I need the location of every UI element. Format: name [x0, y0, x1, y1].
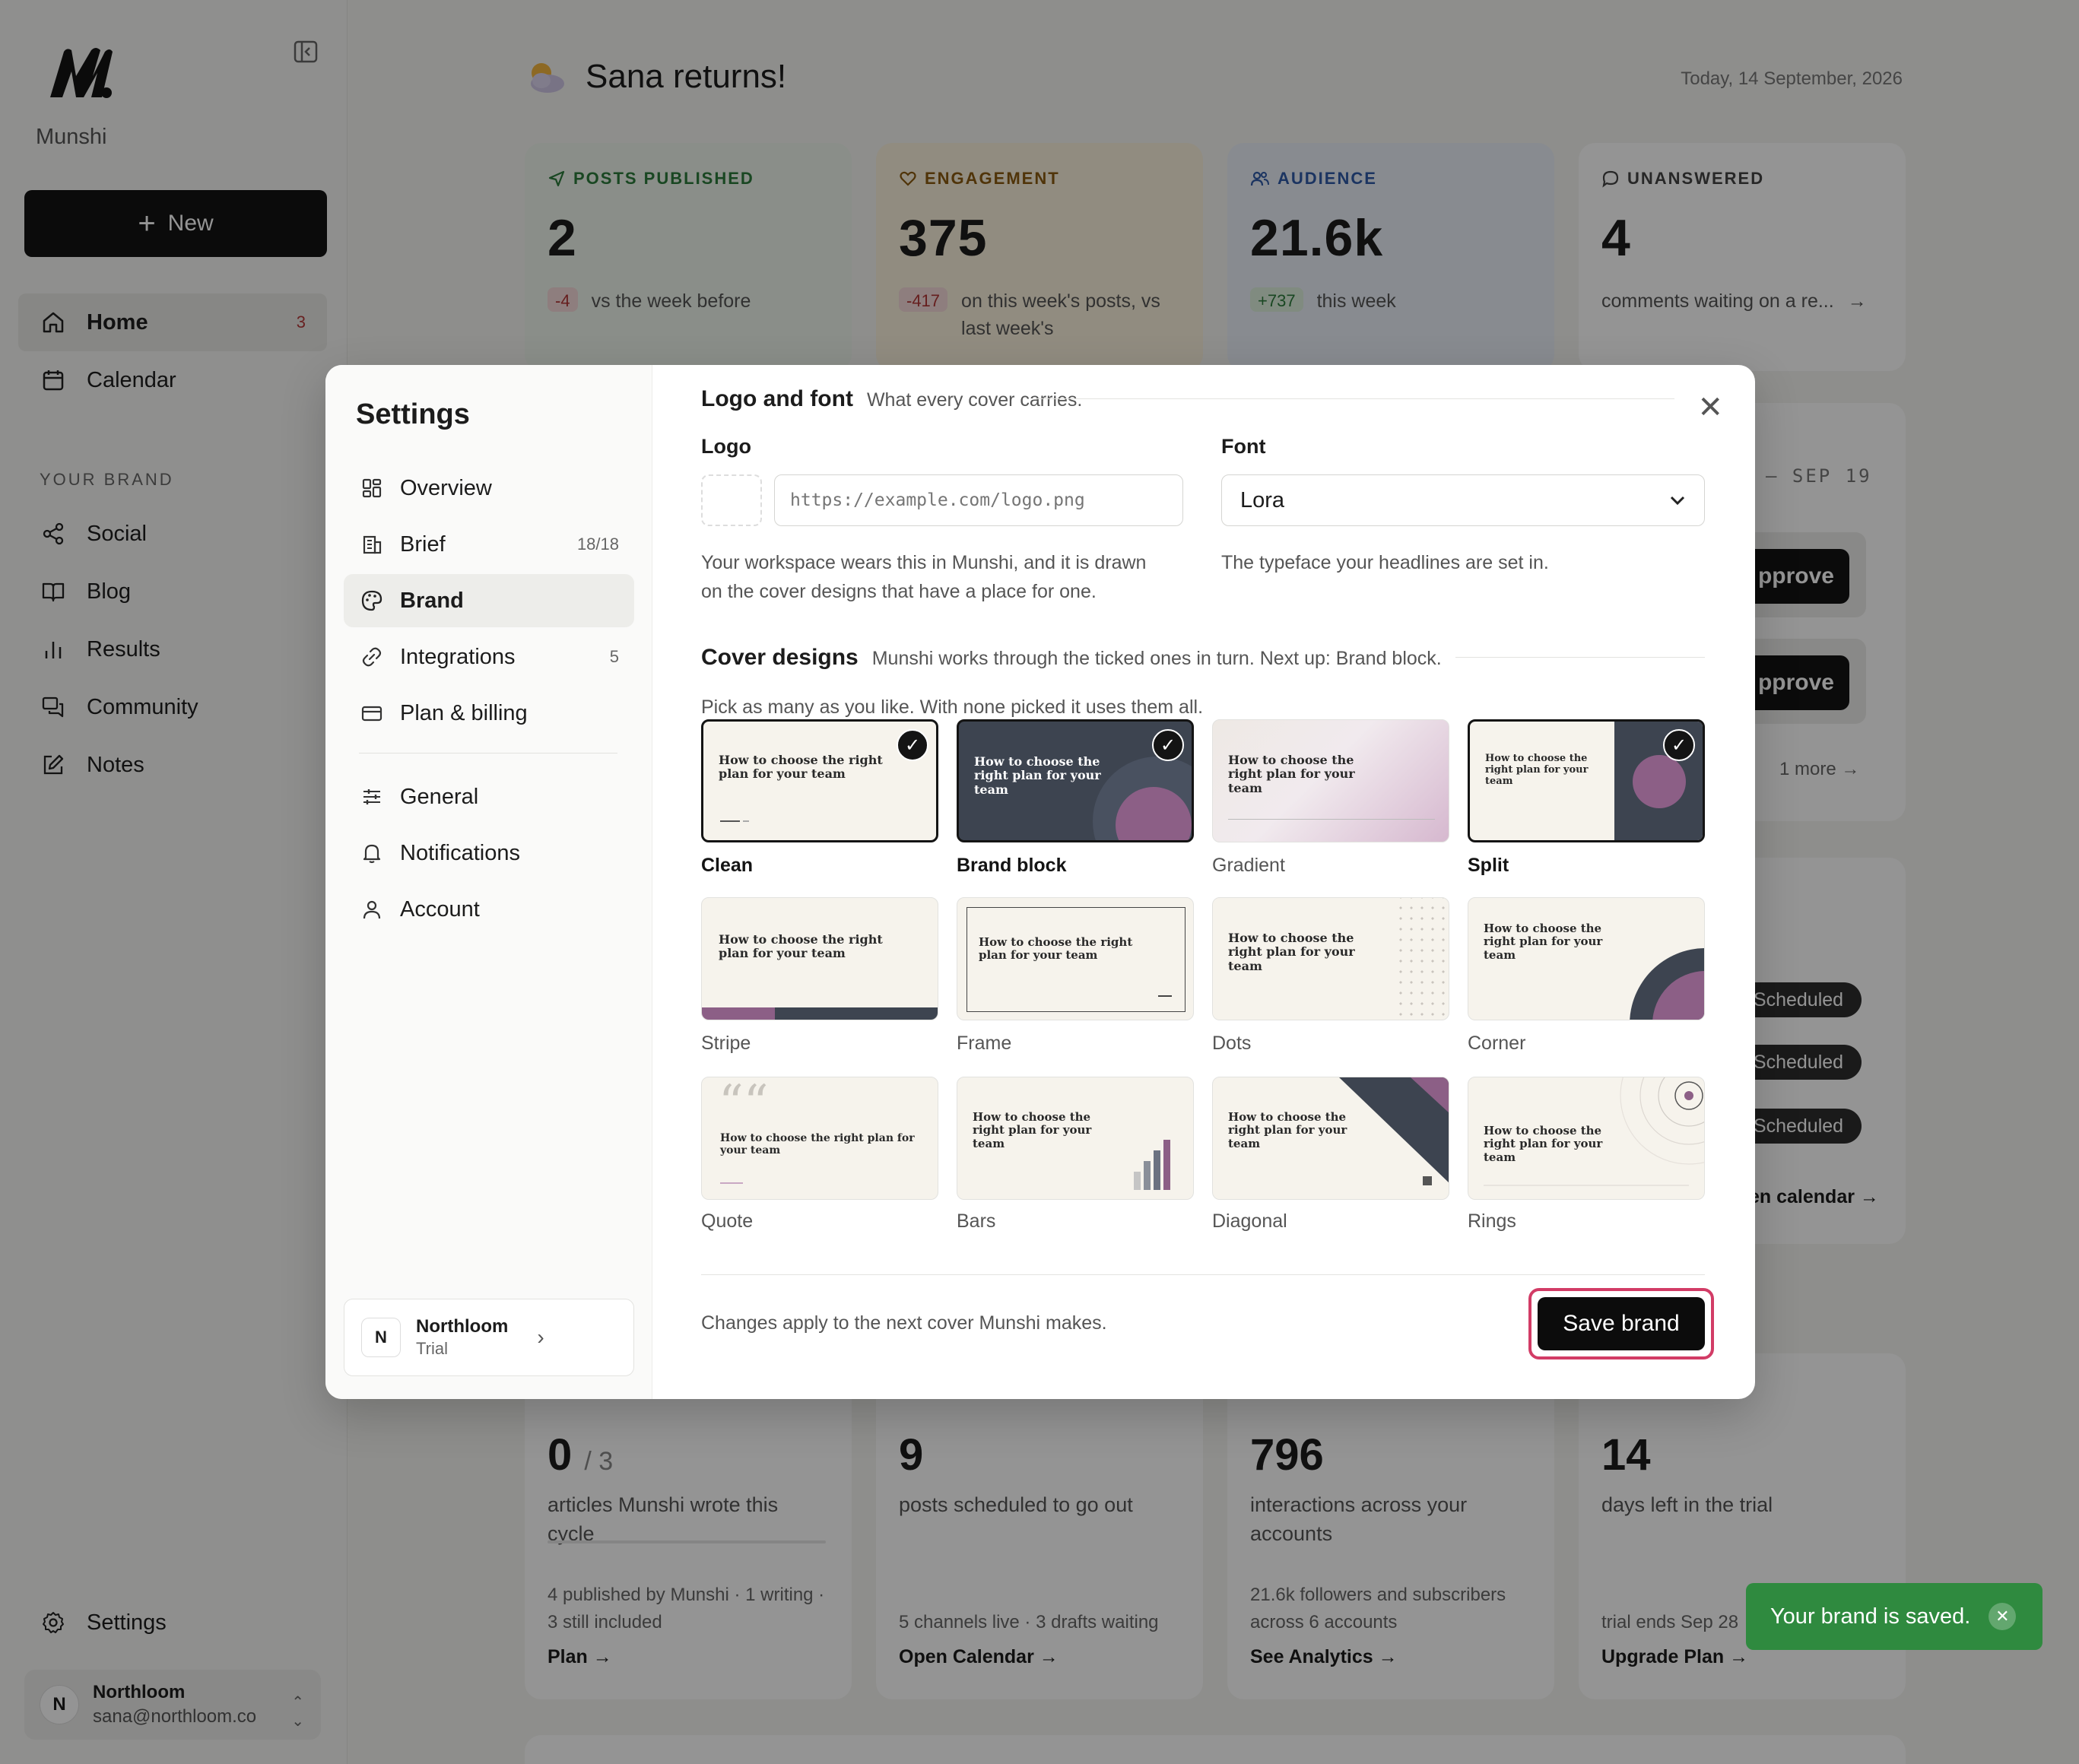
- cover-hint: Pick as many as you like. With none pick…: [701, 696, 1204, 718]
- settings-nav-account[interactable]: Account: [344, 883, 634, 936]
- success-toast: Your brand is saved. ✕: [1746, 1583, 2042, 1650]
- chevron-down-icon: [1670, 496, 1685, 506]
- check-icon: ✓: [897, 729, 928, 761]
- link-icon: [359, 644, 385, 670]
- logo-help: Your workspace wears this in Munshi, and…: [701, 552, 1147, 602]
- cover-option-stripe[interactable]: How to choose the right plan for your te…: [701, 897, 938, 1020]
- close-icon[interactable]: ✕: [1697, 392, 1723, 423]
- section-desc: Munshi works through the ticked ones in …: [871, 648, 1442, 669]
- cover-option-split[interactable]: How to choose the right plan for your te…: [1468, 719, 1705, 842]
- section-divider: [1036, 398, 1674, 399]
- brief-count: 18/18: [576, 535, 619, 554]
- footer-note: Changes apply to the next cover Munshi m…: [701, 1312, 1107, 1334]
- cover-label: Brand block: [957, 855, 1067, 876]
- check-icon: ✓: [1152, 729, 1184, 761]
- workspace-name: Northloom: [416, 1316, 509, 1337]
- logo-url-input[interactable]: [774, 474, 1183, 526]
- font-select-value: Lora: [1240, 487, 1285, 512]
- chevron-right-icon: ›: [537, 1325, 544, 1349]
- settings-nav-general[interactable]: General: [344, 770, 634, 823]
- cover-designs-header: Cover designs Munshi works through the t…: [701, 645, 1442, 671]
- cover-label: Split: [1468, 855, 1509, 876]
- settings-nav: Settings Overview Brief 18/18 Brand Inte…: [325, 365, 652, 1399]
- section-divider: [1455, 657, 1705, 658]
- cover-label: Gradient: [1212, 855, 1285, 876]
- cover-label: Dots: [1212, 1033, 1252, 1054]
- section-title: Cover designs: [701, 645, 859, 670]
- settings-modal: Settings Overview Brief 18/18 Brand Inte…: [325, 365, 1755, 1399]
- font-label: Font: [1221, 435, 1266, 458]
- cover-option-rings[interactable]: How to choose the right plan for your te…: [1468, 1077, 1705, 1200]
- cover-label: Bars: [957, 1210, 996, 1232]
- workspace-switcher[interactable]: N Northloom Trial ›: [344, 1299, 634, 1376]
- cover-option-bars[interactable]: How to choose the right plan for your te…: [957, 1077, 1194, 1200]
- cover-option-clean[interactable]: How to choose the right plan for your te…: [701, 719, 938, 842]
- check-icon: ✓: [1663, 729, 1695, 761]
- brand-settings-panel: ✕ Logo and font What every cover carries…: [652, 365, 1755, 1399]
- workspace-plan: Trial: [416, 1339, 448, 1358]
- settings-nav-plan-billing[interactable]: Plan & billing: [344, 687, 634, 740]
- user-icon: [359, 896, 385, 922]
- card-icon: [359, 700, 385, 726]
- save-brand-button[interactable]: Save brand: [1538, 1297, 1705, 1350]
- modal-backdrop[interactable]: [0, 0, 348, 1764]
- section-desc: What every cover carries.: [866, 389, 1083, 411]
- settings-nav-brief[interactable]: Brief 18/18: [344, 518, 634, 571]
- cover-label: Clean: [701, 855, 754, 876]
- building-icon: [359, 531, 385, 557]
- toast-message: Your brand is saved.: [1770, 1604, 1971, 1629]
- section-title: Logo and font: [701, 386, 853, 411]
- palette-icon: [359, 588, 385, 614]
- cover-label: Frame: [957, 1033, 1012, 1054]
- cover-option-gradient[interactable]: How to choose the right plan for your te…: [1212, 719, 1449, 842]
- cover-label: Stripe: [701, 1033, 751, 1054]
- grid-icon: [359, 475, 385, 501]
- cover-option-quote[interactable]: ““ How to choose the right plan for your…: [701, 1077, 938, 1200]
- cover-option-frame[interactable]: How to choose the right plan for your te…: [957, 897, 1194, 1020]
- cover-label: Diagonal: [1212, 1210, 1287, 1232]
- sliders-icon: [359, 784, 385, 810]
- logo-label: Logo: [701, 435, 751, 458]
- workspace-avatar: N: [361, 1318, 401, 1357]
- integrations-count: 5: [609, 647, 619, 666]
- bell-icon: [359, 840, 385, 866]
- nav-divider: [359, 753, 617, 754]
- settings-nav-integrations[interactable]: Integrations 5: [344, 630, 634, 684]
- font-help: The typeface your headlines are set in.: [1221, 552, 1549, 573]
- font-select[interactable]: Lora: [1221, 474, 1705, 526]
- settings-nav-notifications[interactable]: Notifications: [344, 826, 634, 880]
- cover-label: Rings: [1468, 1210, 1516, 1232]
- close-icon[interactable]: ✕: [1989, 1603, 2017, 1630]
- settings-title: Settings: [356, 398, 470, 430]
- cover-option-corner[interactable]: How to choose the right plan for your te…: [1468, 897, 1705, 1020]
- cover-option-diagonal[interactable]: How to choose the right plan for your te…: [1212, 1077, 1449, 1200]
- settings-nav-overview[interactable]: Overview: [344, 462, 634, 515]
- logo-font-header: Logo and font What every cover carries.: [701, 386, 1082, 412]
- cover-option-brand-block[interactable]: How to choose the right plan for your te…: [957, 719, 1194, 842]
- cover-label: Corner: [1468, 1033, 1526, 1054]
- logo-preview[interactable]: [701, 474, 762, 526]
- footer-divider: [701, 1274, 1705, 1275]
- cover-label: Quote: [701, 1210, 754, 1232]
- settings-nav-brand[interactable]: Brand: [344, 574, 634, 627]
- cover-option-dots[interactable]: How to choose the right plan for your te…: [1212, 897, 1449, 1020]
